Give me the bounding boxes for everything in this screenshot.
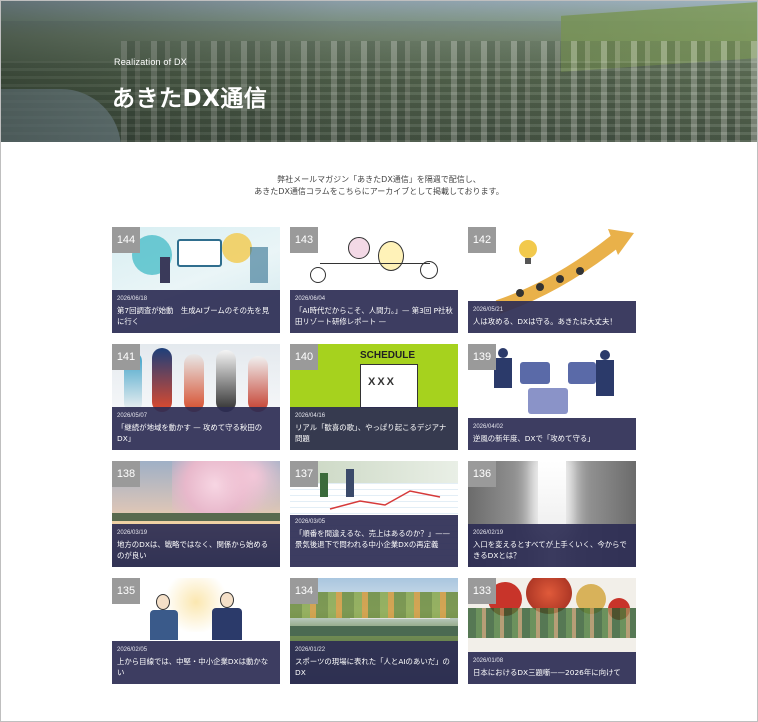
article-title: 「順番を間違えるな、売上はあるのか？」——景気後退下で問われる中小企業DXの再定… — [295, 529, 450, 549]
article-date: 2026/05/07 — [117, 413, 148, 419]
article-date: 2026/04/02 — [473, 424, 504, 430]
article-title: 「継続が地域を動かす — 攻めて守る秋田のDX」 — [117, 423, 263, 443]
intro-text: 弊社メールマガジン「あきたDX通信」を隔週で配信し、 あきたDX通信コラムをこち… — [0, 174, 758, 198]
article-info: 2026/01/22 スポーツの現場に表れた「人とAIのあいだ」のDX — [290, 641, 458, 684]
article-date: 2026/06/18 — [117, 296, 148, 302]
hero-banner: Realization of DX あきたDX通信 — [1, 1, 757, 142]
article-number: 140 — [290, 344, 318, 370]
calendar-marks: XXX — [368, 376, 397, 388]
article-number: 136 — [468, 461, 496, 487]
article-title: 入口を変えるとすべてが上手くいく、今からできるDXとは？ — [473, 540, 627, 560]
article-card-133[interactable]: 133 2026/01/08 日本におけるDX三題噺——2026年に向けて — [468, 578, 636, 684]
article-title: 地方のDXは、戦略ではなく、関係から始めるのが良い — [117, 540, 269, 560]
article-number: 134 — [290, 578, 318, 604]
article-date: 2026/02/05 — [117, 647, 148, 653]
article-date: 2026/05/21 — [473, 307, 504, 313]
article-info: 2026/04/16 リアル「歓喜の歌」、やっぱり起こるデジアナ問題 — [290, 407, 458, 450]
article-title: スポーツの現場に表れた「人とAIのあいだ」のDX — [295, 657, 450, 677]
article-date: 2026/03/05 — [295, 519, 326, 525]
article-date: 2026/06/04 — [295, 296, 326, 302]
intro-line-1: 弊社メールマガジン「あきたDX通信」を隔週で配信し、 — [277, 175, 481, 184]
article-card-142[interactable]: 142 2026/05/21 人は攻める、DXは守る。あきたは大丈夫！ — [468, 227, 636, 333]
article-number: 138 — [112, 461, 140, 487]
article-info: 2026/01/08 日本におけるDX三題噺——2026年に向けて — [468, 652, 636, 684]
schedule-sign: SCHEDULE — [360, 350, 416, 361]
article-info: 2026/04/02 逆風の新年度、DXで「攻めて守る」 — [468, 418, 636, 450]
article-number: 143 — [290, 227, 318, 253]
article-number: 137 — [290, 461, 318, 487]
intro-line-2: あきたDX通信コラムをこちらにアーカイブとして掲載しております。 — [254, 187, 504, 196]
article-number: 133 — [468, 578, 496, 604]
article-title: 第7回調査が始動 生成AIブームのその先を見に行く — [117, 306, 270, 326]
article-date: 2026/02/19 — [473, 530, 504, 536]
article-number: 141 — [112, 344, 140, 370]
article-card-144[interactable]: 144 2026/06/18 第7回調査が始動 生成AIブームのその先を見に行く — [112, 227, 280, 333]
article-number: 135 — [112, 578, 140, 604]
article-date: 2026/01/08 — [473, 658, 504, 664]
article-info: 2026/05/21 人は攻める、DXは守る。あきたは大丈夫！ — [468, 301, 636, 333]
article-date: 2026/01/22 — [295, 647, 326, 653]
article-info: 2026/06/18 第7回調査が始動 生成AIブームのその先を見に行く — [112, 290, 280, 333]
article-card-136[interactable]: 136 2026/02/19 入口を変えるとすべてが上手くいく、今からできるDX… — [468, 461, 636, 567]
hero-subtitle: Realization of DX — [114, 57, 187, 67]
article-number: 142 — [468, 227, 496, 253]
hero-shade — [1, 1, 757, 142]
article-info: 2026/03/19 地方のDXは、戦略ではなく、関係から始めるのが良い — [112, 524, 280, 567]
article-number: 144 — [112, 227, 140, 253]
article-title: 日本におけるDX三題噺——2026年に向けて — [473, 668, 621, 677]
article-card-143[interactable]: 143 2026/06/04 「AI時代だからこそ、人間力。」— 第3回 P社秋… — [290, 227, 458, 333]
article-info: 2026/06/04 「AI時代だからこそ、人間力。」— 第3回 P社秋田リゾー… — [290, 290, 458, 333]
article-card-134[interactable]: 134 2026/01/22 スポーツの現場に表れた「人とAIのあいだ」のDX — [290, 578, 458, 684]
article-date: 2026/04/16 — [295, 413, 326, 419]
article-info: 2026/05/07 「継続が地域を動かす — 攻めて守る秋田のDX」 — [112, 407, 280, 450]
article-info: 2026/02/05 上から目線では、中堅・中小企業DXは動かない — [112, 641, 280, 684]
article-title: 「AI時代だからこそ、人間力。」— 第3回 P社秋田リゾート研修レポート — — [295, 306, 453, 326]
article-card-137[interactable]: 137 2026/03/05 「順番を間違えるな、売上はあるのか？」——景気後退… — [290, 461, 458, 567]
article-title: 上から目線では、中堅・中小企業DXは動かない — [117, 657, 269, 677]
article-card-141[interactable]: 141 2026/05/07 「継続が地域を動かす — 攻めて守る秋田のDX」 — [112, 344, 280, 450]
article-card-138[interactable]: 138 2026/03/19 地方のDXは、戦略ではなく、関係から始めるのが良い — [112, 461, 280, 567]
article-card-135[interactable]: 135 2026/02/05 上から目線では、中堅・中小企業DXは動かない — [112, 578, 280, 684]
article-number: 139 — [468, 344, 496, 370]
article-card-139[interactable]: 139 2026/04/02 逆風の新年度、DXで「攻めて守る」 — [468, 344, 636, 450]
article-info: 2026/03/05 「順番を間違えるな、売上はあるのか？」——景気後退下で問わ… — [290, 515, 458, 567]
article-date: 2026/03/19 — [117, 530, 148, 536]
article-title: 人は攻める、DXは守る。あきたは大丈夫！ — [473, 317, 617, 326]
article-info: 2026/02/19 入口を変えるとすべてが上手くいく、今からできるDXとは？ — [468, 524, 636, 567]
article-title: 逆風の新年度、DXで「攻めて守る」 — [473, 434, 595, 443]
article-card-140[interactable]: SCHEDULE XXX 140 2026/04/16 リアル「歓喜の歌」、やっ… — [290, 344, 458, 450]
page-title: あきたDX通信 — [112, 86, 268, 112]
article-title: リアル「歓喜の歌」、やっぱり起こるデジアナ問題 — [295, 423, 447, 443]
